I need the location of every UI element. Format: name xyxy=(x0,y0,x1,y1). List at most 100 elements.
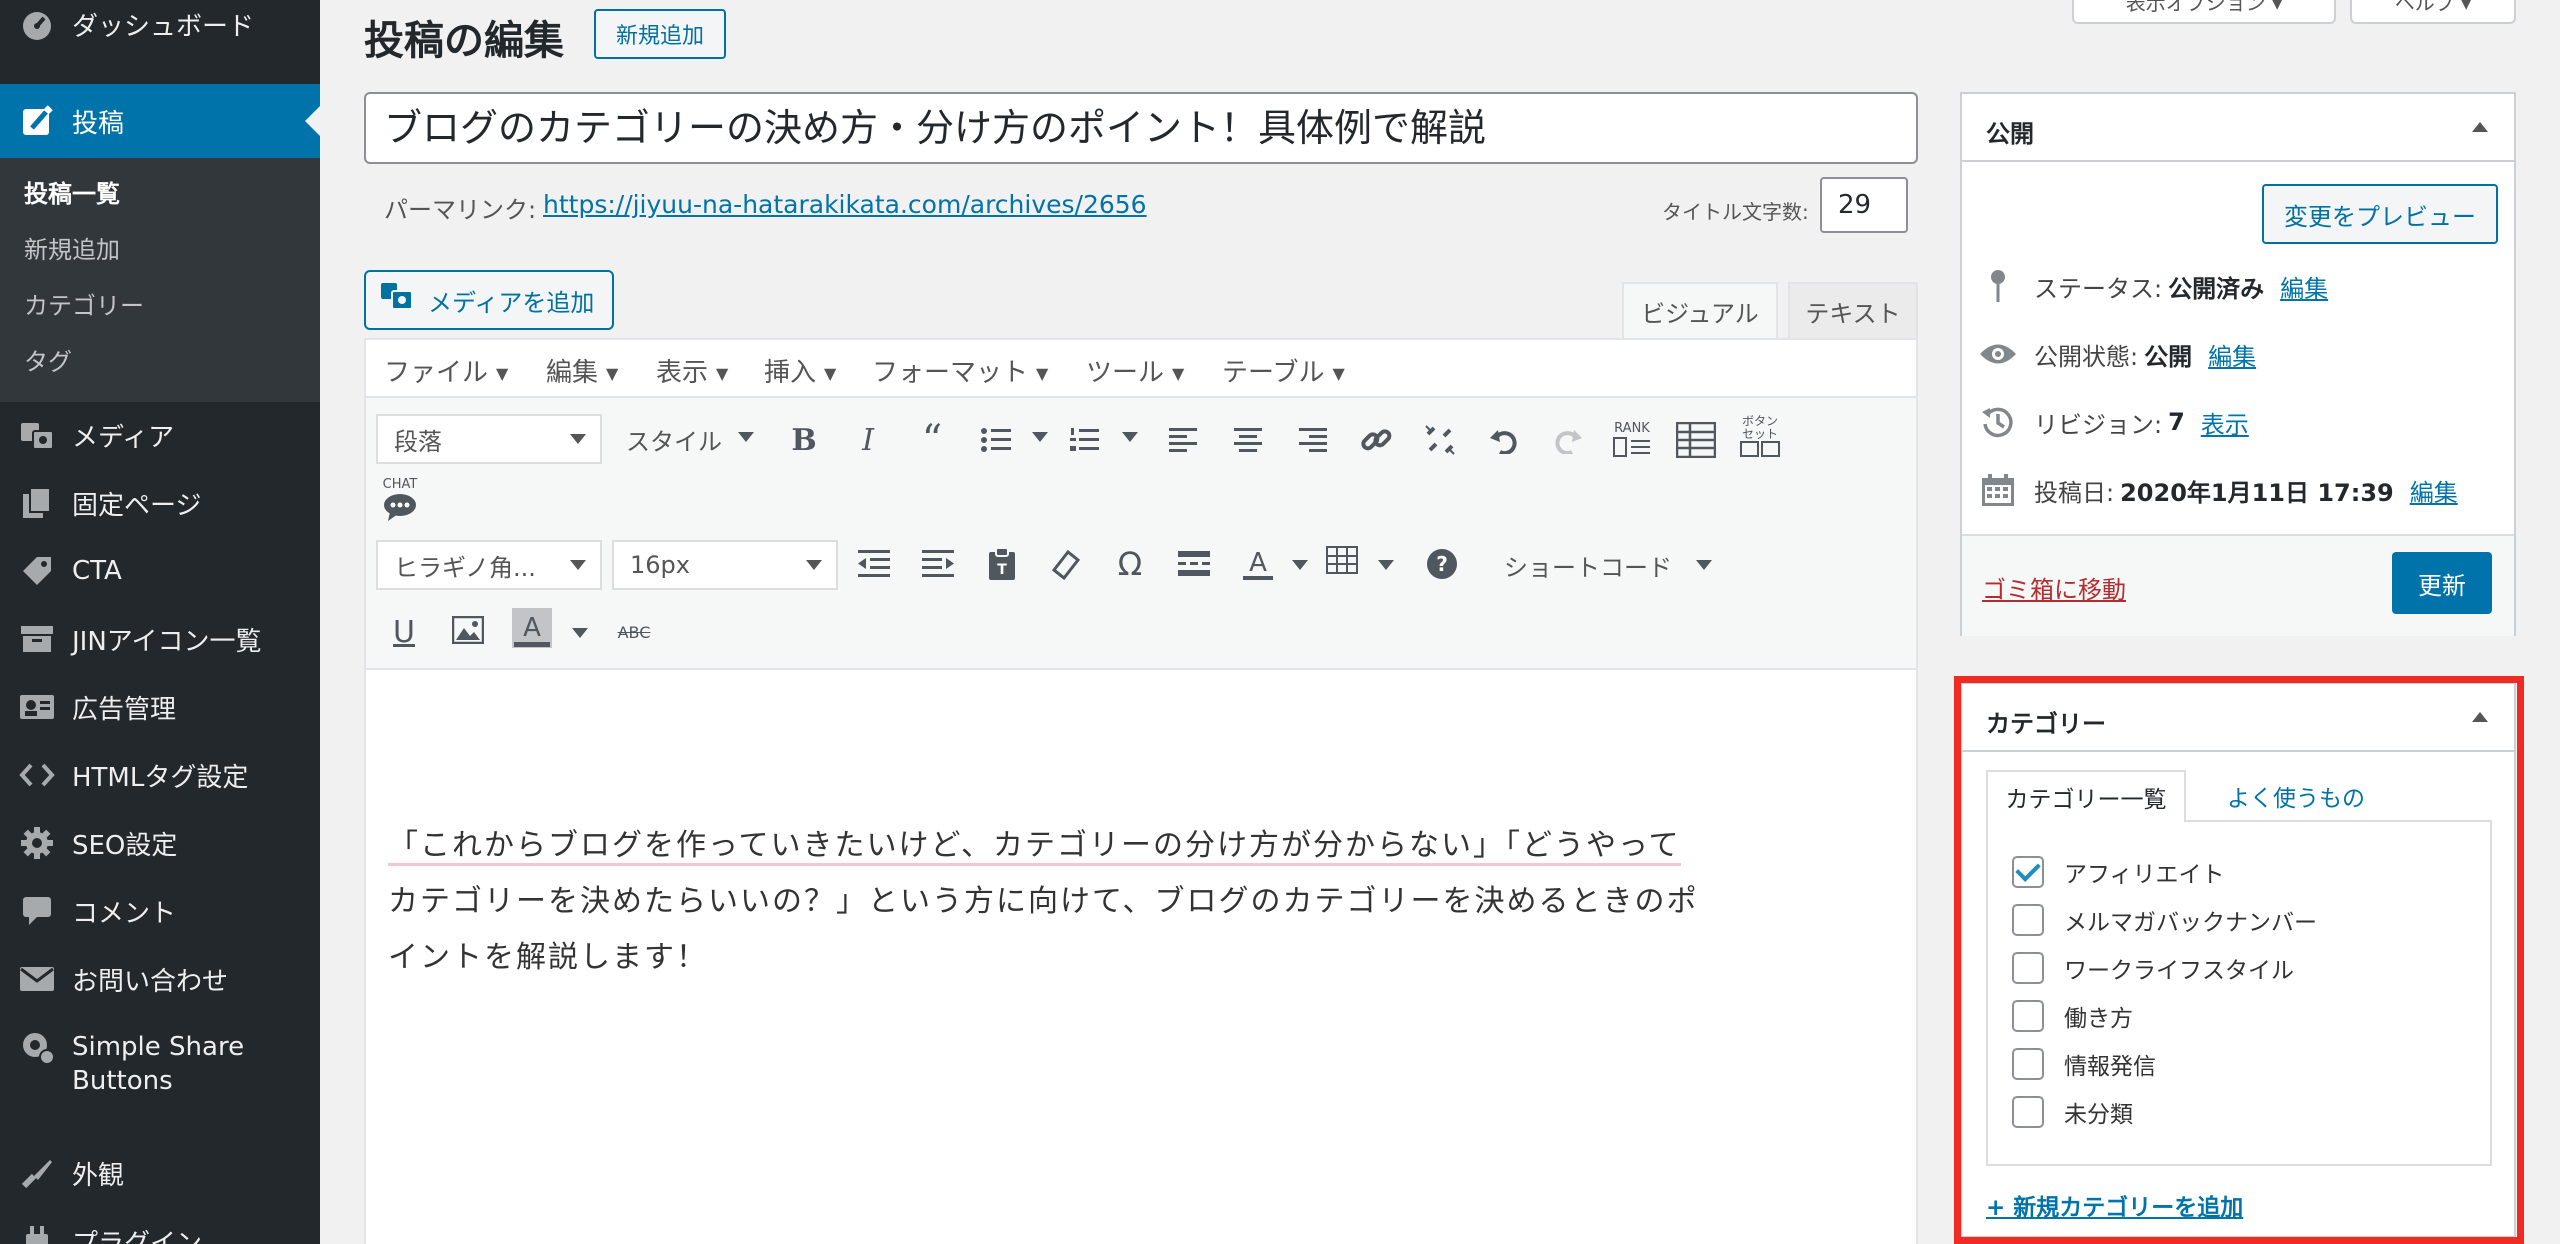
insert-table-icon[interactable] xyxy=(1318,536,1366,584)
sidebar-item-posts[interactable]: 投稿 xyxy=(0,84,320,158)
background-color-caret[interactable] xyxy=(572,628,588,638)
clear-formatting-icon[interactable] xyxy=(1042,540,1090,588)
background-color-icon[interactable]: A xyxy=(508,604,556,652)
bold-icon[interactable]: B xyxy=(780,416,828,464)
sidebar-item-seo[interactable]: SEO設定 xyxy=(0,813,320,873)
chat-icon[interactable]: CHAT xyxy=(376,476,424,524)
category-checkbox[interactable] xyxy=(2012,904,2044,936)
undo-icon[interactable] xyxy=(1480,416,1528,464)
help-tab[interactable]: ヘルプ ▾ xyxy=(2350,0,2516,24)
category-item[interactable]: 未分類 xyxy=(2012,1094,2133,1130)
sidebar-item-plugins[interactable]: プラグイン xyxy=(0,1211,320,1244)
menu-table[interactable]: テーブル ▼ xyxy=(1222,352,1345,389)
outdent-icon[interactable] xyxy=(850,540,898,588)
editor-content[interactable]: 「これからブログを作っていきたいけど、カテゴリーの分け方が分からない」「どうやっ… xyxy=(366,670,1916,1244)
category-checkbox[interactable] xyxy=(2012,1096,2044,1128)
menu-format[interactable]: フォーマット ▼ xyxy=(872,352,1048,389)
publish-box-header[interactable]: 公開 xyxy=(1962,94,2514,162)
menu-file[interactable]: ファイル ▼ xyxy=(384,352,508,389)
edit-date-link[interactable]: 編集 xyxy=(2410,473,2458,508)
edit-visibility-link[interactable]: 編集 xyxy=(2208,337,2256,372)
submenu-tags[interactable]: タグ xyxy=(24,342,72,377)
submenu-add-new[interactable]: 新規追加 xyxy=(24,230,120,265)
toggle-up-icon[interactable] xyxy=(2472,712,2488,722)
help-icon[interactable]: ? xyxy=(1418,540,1466,588)
submenu-all-posts[interactable]: 投稿一覧 xyxy=(24,174,120,209)
indent-icon[interactable] xyxy=(914,540,962,588)
screen-options-tab[interactable]: 表示オプション ▾ xyxy=(2072,0,2336,24)
paste-text-icon[interactable]: T xyxy=(978,540,1026,588)
title-count-field[interactable]: 29 xyxy=(1820,177,1908,233)
redo-icon[interactable] xyxy=(1544,416,1592,464)
show-revisions-link[interactable]: 表示 xyxy=(2201,405,2249,440)
sidebar-item-pages[interactable]: 固定ページ xyxy=(0,473,320,533)
button-set-icon[interactable]: ボタン セット xyxy=(1736,412,1784,460)
strikethrough-icon[interactable]: ABC xyxy=(610,608,658,656)
tab-most-used[interactable]: よく使うもの xyxy=(2196,770,2396,822)
post-title-input[interactable]: ブログのカテゴリーの決め方・分け方のポイント！具体例で解説 xyxy=(364,92,1918,164)
category-item[interactable]: 働き方 xyxy=(2012,998,2133,1034)
bullet-list-icon[interactable] xyxy=(972,416,1020,464)
category-checkbox[interactable] xyxy=(2012,952,2044,984)
sidebar-item-dashboard[interactable]: ダッシュボード xyxy=(0,0,320,54)
insert-image-icon[interactable] xyxy=(444,606,492,654)
sidebar-item-html-tags[interactable]: HTMLタグ設定 xyxy=(0,745,320,805)
font-size-select[interactable]: 16px xyxy=(612,540,838,590)
blockquote-icon[interactable]: “ xyxy=(908,416,956,464)
sidebar-item-cta[interactable]: CTA xyxy=(0,541,320,601)
edit-status-link[interactable]: 編集 xyxy=(2280,269,2328,304)
style-menu[interactable]: スタイル xyxy=(626,422,722,457)
menu-insert[interactable]: 挿入 ▼ xyxy=(764,352,836,389)
bullet-list-caret[interactable] xyxy=(1032,432,1048,442)
sidebar-item-media[interactable]: メディア xyxy=(0,405,320,465)
text-color-icon[interactable]: A xyxy=(1234,540,1282,588)
link-icon[interactable] xyxy=(1352,416,1400,464)
update-button[interactable]: 更新 xyxy=(2392,552,2492,614)
numbered-list-caret[interactable] xyxy=(1122,432,1138,442)
shortcode-menu[interactable]: ショートコード xyxy=(1504,548,1672,583)
format-select[interactable]: 段落 xyxy=(376,414,602,464)
menu-tools[interactable]: ツール ▼ xyxy=(1086,352,1184,389)
move-to-trash-link[interactable]: ゴミ箱に移動 xyxy=(1982,570,2126,605)
category-item[interactable]: メルマガバックナンバー xyxy=(2012,902,2317,938)
add-new-category-link[interactable]: + 新規カテゴリーを追加 xyxy=(1986,1188,2243,1222)
sidebar-item-jin-icons[interactable]: JINアイコン一覧 xyxy=(0,609,320,669)
table-grid-icon[interactable] xyxy=(1672,416,1720,464)
category-item[interactable]: ワークライフスタイル xyxy=(2012,950,2294,986)
category-checkbox[interactable] xyxy=(2012,856,2044,888)
preview-changes-button[interactable]: 変更をプレビュー xyxy=(2262,184,2498,244)
add-media-button[interactable]: メディアを追加 xyxy=(364,270,614,330)
menu-edit[interactable]: 編集 ▼ xyxy=(546,352,618,389)
special-character-icon[interactable]: Ω xyxy=(1106,540,1154,588)
text-color-caret[interactable] xyxy=(1292,560,1308,570)
tab-all-categories[interactable]: カテゴリー一覧 xyxy=(1986,770,2186,822)
align-center-icon[interactable] xyxy=(1224,416,1272,464)
tab-visual[interactable]: ビジュアル xyxy=(1622,282,1778,338)
category-box-header[interactable]: カテゴリー xyxy=(1962,684,2514,752)
italic-icon[interactable]: I xyxy=(844,416,892,464)
sidebar-item-contact[interactable]: お問い合わせ xyxy=(0,949,320,1009)
toggle-up-icon[interactable] xyxy=(2472,122,2488,132)
numbered-list-icon[interactable] xyxy=(1060,416,1108,464)
menu-view[interactable]: 表示 ▼ xyxy=(656,352,728,389)
rank-icon[interactable]: RANK xyxy=(1608,416,1656,464)
submenu-categories[interactable]: カテゴリー xyxy=(24,286,144,321)
category-item[interactable]: アフィリエイト xyxy=(2012,854,2225,890)
unlink-icon[interactable] xyxy=(1416,416,1464,464)
underline-icon[interactable]: U xyxy=(380,608,428,656)
sidebar-item-ads[interactable]: 広告管理 xyxy=(0,677,320,737)
category-checkbox[interactable] xyxy=(2012,1000,2044,1032)
permalink-link[interactable]: https://jiyuu-na-hatarakikata.com/archiv… xyxy=(543,190,1147,219)
sidebar-item-appearance[interactable]: 外観 xyxy=(0,1143,320,1203)
category-item[interactable]: 情報発信 xyxy=(2012,1046,2156,1082)
font-family-select[interactable]: ヒラギノ角... xyxy=(376,540,602,590)
align-right-icon[interactable] xyxy=(1288,416,1336,464)
tab-text[interactable]: テキスト xyxy=(1788,282,1918,338)
align-left-icon[interactable] xyxy=(1160,416,1208,464)
read-more-icon[interactable] xyxy=(1170,540,1218,588)
sidebar-item-simple-share[interactable]: Simple Share Buttons xyxy=(0,1030,320,1102)
add-new-button[interactable]: 新規追加 xyxy=(594,9,726,59)
insert-table-caret[interactable] xyxy=(1378,560,1394,570)
category-checkbox[interactable] xyxy=(2012,1048,2044,1080)
sidebar-item-comments[interactable]: コメント xyxy=(0,881,320,941)
